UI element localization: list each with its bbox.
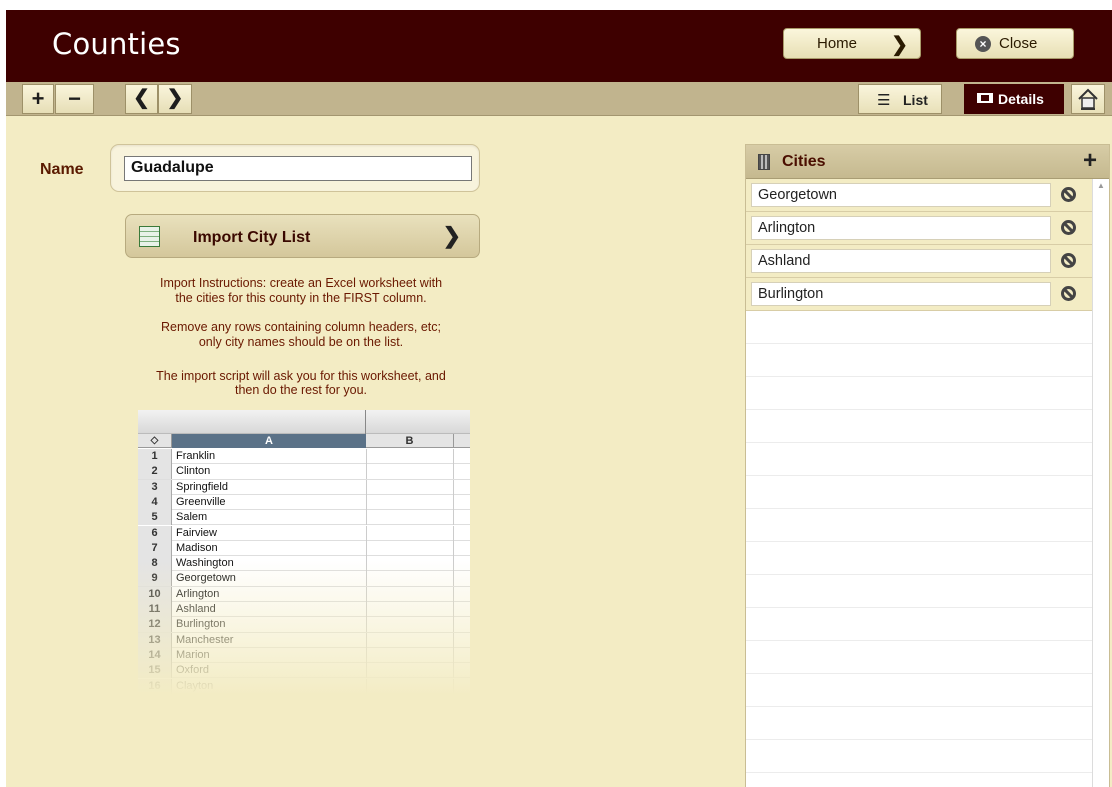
tab-details-label: Details bbox=[998, 91, 1044, 107]
chevron-right-icon: ❯ bbox=[891, 34, 908, 56]
row-number: 4 bbox=[138, 494, 172, 510]
row-number: 1 bbox=[138, 449, 172, 464]
city-name-field[interactable]: Ashland bbox=[751, 249, 1051, 273]
row-number: 3 bbox=[138, 479, 172, 495]
city-row: Ashland bbox=[746, 245, 1092, 278]
add-city-button[interactable]: + bbox=[1075, 146, 1105, 177]
column-header-a: A bbox=[172, 434, 366, 448]
previous-record-button[interactable]: ❮ bbox=[125, 84, 158, 114]
close-button-label: Close bbox=[999, 35, 1038, 52]
city-row: Georgetown bbox=[746, 179, 1092, 212]
cell-value: Madison bbox=[176, 541, 218, 554]
delete-city-icon[interactable] bbox=[1061, 220, 1076, 235]
spreadsheet-toolbar bbox=[138, 410, 470, 434]
cell-value: Franklin bbox=[176, 450, 216, 462]
cell-empty bbox=[366, 449, 454, 464]
example-spreadsheet-image: ◇ A B 1 Franklin 2 Clinton 3 Springfield 4 Gree… bbox=[138, 410, 470, 695]
cities-title: Cities bbox=[782, 153, 826, 170]
chevron-right-icon: ❯ bbox=[442, 223, 461, 248]
building-icon bbox=[758, 154, 770, 170]
spreadsheet-icon bbox=[139, 226, 160, 247]
home-button[interactable]: Home ❯ bbox=[783, 28, 921, 59]
list-icon: ☰ bbox=[877, 92, 891, 109]
column-header-b: B bbox=[366, 434, 454, 448]
row-number: 7 bbox=[138, 540, 172, 556]
spreadsheet-row: 7 Madison bbox=[138, 540, 470, 557]
tab-list[interactable]: ☰ List bbox=[858, 84, 942, 114]
cell-empty bbox=[366, 540, 454, 556]
instructions-line: the cities for this county in the FIRST … bbox=[175, 291, 427, 305]
import-city-list-button[interactable]: Import City List ❯ bbox=[125, 214, 480, 258]
cell-empty bbox=[366, 464, 454, 480]
name-input[interactable]: Guadalupe bbox=[124, 156, 472, 181]
scroll-up-icon: ▲ bbox=[1097, 181, 1105, 190]
city-name-field[interactable]: Burlington bbox=[751, 282, 1051, 306]
chevron-right-icon: ❯ bbox=[166, 87, 184, 109]
spreadsheet-row: 3 Springfield bbox=[138, 479, 470, 495]
instructions-line: Remove any rows containing column header… bbox=[160, 320, 441, 334]
add-record-button[interactable]: + bbox=[22, 84, 54, 114]
city-name-field[interactable]: Georgetown bbox=[751, 183, 1051, 207]
chevron-left-icon: ❮ bbox=[133, 87, 150, 109]
spreadsheet-column-header: ◇ A B bbox=[138, 434, 470, 448]
name-field-container: Guadalupe bbox=[110, 144, 480, 192]
city-row: Burlington bbox=[746, 278, 1092, 311]
delete-record-button[interactable]: − bbox=[55, 84, 94, 114]
cell-value: Springfield bbox=[176, 480, 228, 493]
instructions-line: only city names should be on the list. bbox=[198, 335, 404, 349]
row-number: 5 bbox=[138, 510, 172, 526]
close-icon: × bbox=[975, 36, 991, 52]
cell-empty bbox=[366, 494, 454, 510]
cell-value: Greenville bbox=[176, 495, 226, 508]
details-icon bbox=[977, 93, 993, 103]
row-number: 6 bbox=[138, 525, 172, 541]
spreadsheet-row: 2 Clinton bbox=[138, 464, 470, 480]
spreadsheet-corner: ◇ bbox=[138, 434, 172, 448]
page-title: Counties bbox=[52, 27, 181, 61]
cities-header: Cities + bbox=[746, 145, 1109, 179]
cell-value: Clinton bbox=[176, 465, 211, 478]
spreadsheet-fade bbox=[138, 560, 470, 695]
header-bar: Counties Home ❯ × Close bbox=[6, 10, 1112, 82]
spreadsheet-row: 1 Franklin bbox=[138, 449, 470, 465]
delete-city-icon[interactable] bbox=[1061, 187, 1076, 202]
row-number: 2 bbox=[138, 464, 172, 480]
instructions-line: then do the rest for you. bbox=[234, 383, 368, 397]
home-layout-button[interactable] bbox=[1071, 84, 1105, 114]
cities-scrollbar[interactable]: ▲ bbox=[1092, 179, 1109, 787]
app-window: Counties Home ❯ × Close + − ❮ ❯ ☰ List D… bbox=[6, 10, 1112, 787]
city-name-field[interactable]: Arlington bbox=[751, 216, 1051, 240]
cell-value: Fairview bbox=[176, 526, 217, 539]
toolbar: + − ❮ ❯ ☰ List Details bbox=[6, 82, 1112, 116]
import-button-label: Import City List bbox=[193, 229, 311, 246]
cell-empty bbox=[366, 510, 454, 526]
home-button-label: Home bbox=[817, 35, 858, 52]
spreadsheet-row: 6 Fairview bbox=[138, 525, 470, 541]
spreadsheet-row: 5 Salem bbox=[138, 510, 470, 526]
cities-portal: Cities + ▲ Georgetown Arlington Ashland Bur… bbox=[745, 144, 1110, 787]
delete-city-icon[interactable] bbox=[1061, 286, 1076, 301]
name-label: Name bbox=[40, 161, 84, 178]
instructions-line: The import script will ask you for this … bbox=[156, 369, 446, 383]
cell-empty bbox=[366, 525, 454, 541]
house-icon bbox=[1078, 88, 1098, 110]
tab-details[interactable]: Details bbox=[964, 84, 1064, 114]
cell-empty bbox=[366, 479, 454, 495]
spreadsheet-row: 4 Greenville bbox=[138, 494, 470, 511]
cell-value: Salem bbox=[176, 511, 208, 524]
city-row: Arlington bbox=[746, 212, 1092, 245]
tab-list-label: List bbox=[903, 92, 928, 108]
next-record-button[interactable]: ❯ bbox=[158, 84, 192, 114]
close-button[interactable]: × Close bbox=[956, 28, 1074, 59]
instructions-line: Import Instructions: create an Excel wor… bbox=[159, 276, 443, 290]
delete-city-icon[interactable] bbox=[1061, 253, 1076, 268]
